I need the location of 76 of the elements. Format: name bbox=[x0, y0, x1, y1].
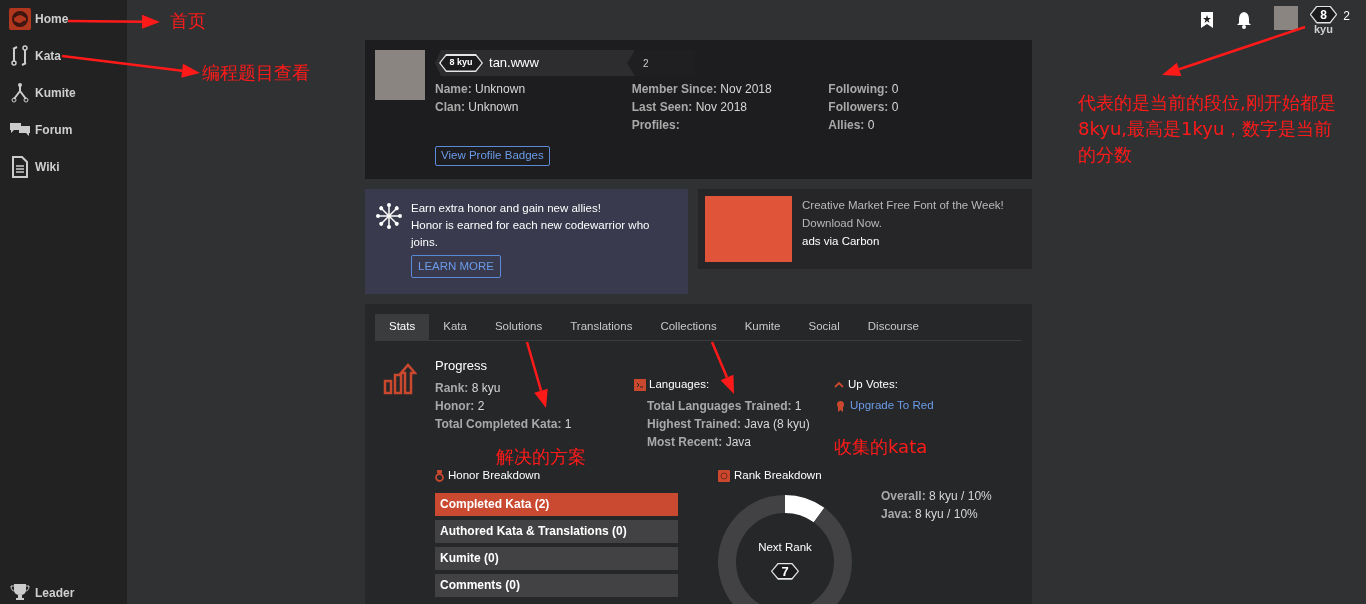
medal-icon bbox=[435, 469, 444, 482]
tab[interactable]: Solutions bbox=[480, 314, 557, 340]
profile-field: Followers: 0 bbox=[828, 98, 1025, 116]
profile-field: Member Since: Nov 2018 bbox=[631, 80, 829, 98]
sparkle-network-icon bbox=[375, 202, 403, 230]
progress-chart-icon bbox=[383, 363, 417, 395]
annotation-arrow bbox=[525, 341, 548, 408]
section-title: Progress bbox=[435, 357, 489, 375]
section-title: Up Votes: bbox=[848, 377, 898, 392]
document-icon bbox=[9, 156, 31, 178]
honor-score: 2 bbox=[1343, 7, 1350, 25]
annotation-text: 首页 bbox=[170, 9, 206, 33]
profile-field: Clan: Unknown bbox=[435, 98, 632, 116]
stat-row-text: Java: 8 kyu / 10% bbox=[881, 506, 979, 524]
tab[interactable]: Kata bbox=[429, 314, 481, 340]
logo-icon bbox=[9, 8, 31, 30]
tab[interactable]: Discourse bbox=[853, 314, 933, 340]
tab[interactable]: Collections bbox=[646, 314, 731, 340]
stat-row-text: Overall: 8 kyu / 10% bbox=[881, 488, 992, 506]
stat-row-text: Total Completed Kata: 1 bbox=[435, 416, 573, 433]
fork-icon bbox=[9, 82, 31, 104]
stat-row-text: Total Languages Trained: 1 bbox=[647, 398, 803, 416]
tab[interactable]: Social bbox=[794, 314, 854, 340]
rank-badge: 8 bbox=[1309, 5, 1338, 24]
rank-unit: kyu bbox=[1314, 23, 1333, 35]
annotation-text: 代表的是当前的段位,刚开始都是8kyu,最高是1kyu，数字是当前的分数 bbox=[1078, 91, 1337, 167]
rank-badge: 8 kyu bbox=[439, 54, 483, 72]
annotation-text: 编程题目查看 bbox=[202, 61, 310, 85]
section-title: Rank Breakdown bbox=[734, 468, 822, 484]
view-badges-button[interactable]: View Profile Badges bbox=[435, 146, 550, 166]
annotation-text: 解决的方案 bbox=[496, 445, 586, 469]
avatar-placeholder bbox=[375, 50, 425, 100]
stat-row-text: Highest Trained: Java (8 kyu) bbox=[647, 416, 811, 434]
bookmark-icon[interactable] bbox=[1199, 11, 1214, 29]
rank-badge: 7 bbox=[770, 562, 800, 580]
sidebar-item[interactable]: Leader bbox=[9, 582, 75, 604]
invite-text: Honor is earned for each new codewarrior who joins. bbox=[411, 218, 651, 250]
profile-field: Last Seen: Nov 2018 bbox=[631, 98, 829, 116]
honor-category[interactable]: Kumite (0) bbox=[435, 546, 678, 570]
bell-icon[interactable] bbox=[1235, 11, 1252, 29]
section-title: Honor Breakdown bbox=[448, 468, 541, 484]
honor-score: 2 bbox=[627, 50, 695, 76]
profile-field: Profiles: bbox=[631, 116, 829, 134]
sidebar-item[interactable]: Kumite bbox=[9, 82, 127, 104]
stat-row-text: Honor: 2 bbox=[435, 398, 486, 415]
terminal-icon bbox=[634, 378, 646, 391]
medal-icon bbox=[836, 399, 845, 412]
annotation-text: 收集的kata bbox=[834, 435, 928, 459]
honor-category[interactable]: Comments (0) bbox=[435, 573, 678, 597]
invite-title: Earn extra honor and gain new allies! bbox=[411, 201, 602, 216]
swap-arrows-icon bbox=[9, 45, 31, 67]
honor-category[interactable]: Completed Kata (2) bbox=[435, 492, 678, 516]
annotation-arrow bbox=[710, 341, 734, 394]
avatar-placeholder[interactable] bbox=[1273, 5, 1298, 30]
username: tan.www bbox=[489, 54, 540, 73]
sidebar-item[interactable]: Kata bbox=[9, 45, 127, 67]
profile-field: Name: Unknown bbox=[435, 80, 632, 98]
sidebar-item[interactable]: Wiki bbox=[9, 156, 127, 178]
honor-category[interactable]: Authored Kata & Translations (0) bbox=[435, 519, 678, 543]
tab[interactable]: Translations bbox=[556, 314, 647, 340]
stat-row-text: Most Recent: Java bbox=[647, 434, 753, 452]
upgrade-link[interactable]: Upgrade To Red bbox=[850, 397, 934, 415]
sidebar-item[interactable]: Forum bbox=[9, 119, 127, 141]
section-title: Languages: bbox=[649, 377, 710, 392]
profile-field: Allies: 0 bbox=[828, 116, 1025, 134]
profile-field: Following: 0 bbox=[828, 80, 1025, 98]
ad-link[interactable]: Creative Market Free Font of the Week! Download Now. bbox=[802, 196, 1025, 232]
learn-more-button[interactable]: LEARN MORE bbox=[411, 255, 502, 278]
ad-attribution[interactable]: ads via Carbon bbox=[802, 232, 1025, 250]
tab[interactable]: Stats bbox=[375, 314, 430, 340]
chevron-up-icon bbox=[834, 381, 844, 389]
tab[interactable]: Kumite bbox=[730, 314, 795, 340]
ring-label: Next Rank bbox=[758, 539, 812, 555]
stat-row-text: Rank: 8 kyu bbox=[435, 380, 502, 397]
sidebar-item[interactable]: Home bbox=[9, 8, 127, 30]
target-icon bbox=[718, 469, 730, 482]
